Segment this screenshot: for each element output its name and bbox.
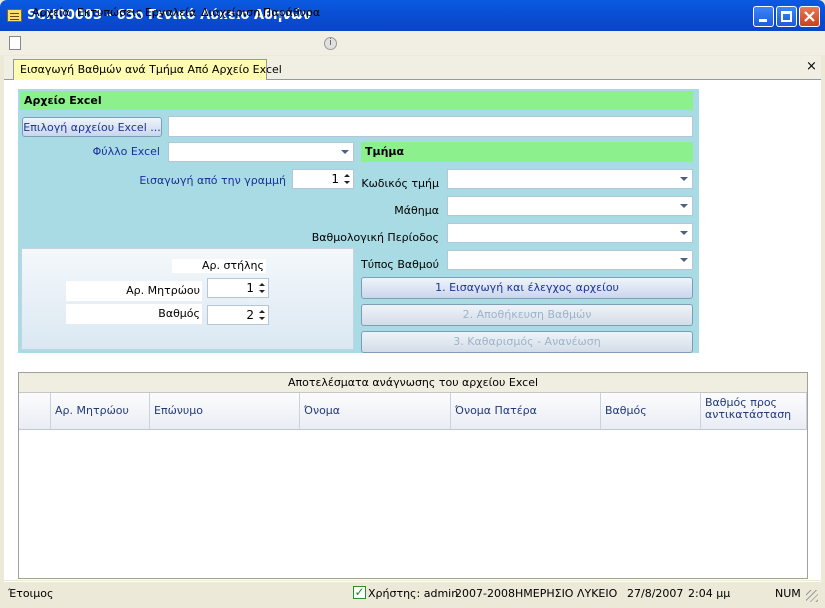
close-window-button[interactable]: [799, 6, 820, 27]
excel-sheet-label: Φύλλο Excel: [92, 145, 160, 158]
chevron-down-icon: [680, 204, 688, 208]
grade-type-label: Τύπος Βαθμού: [361, 258, 440, 271]
class-code-label: Κωδικός τμήμ: [361, 177, 439, 190]
import-from-row-stepper[interactable]: 1: [292, 169, 354, 189]
chevron-down-icon: [680, 231, 688, 235]
status-school-type: ΗΜΕΡΗΣΙΟ ΛΥΚΕΙΟ: [515, 587, 618, 600]
grid-header-replacement-grade[interactable]: Βαθμός προς αντικατάσταση: [701, 393, 807, 430]
spin-down-icon[interactable]: [259, 317, 265, 320]
spin-down-icon[interactable]: [259, 290, 265, 293]
spin-up-icon[interactable]: [344, 174, 350, 177]
import-from-row-label: Εισαγωγή από την γραμμή: [139, 174, 286, 187]
close-tab-icon[interactable]: ×: [806, 59, 817, 74]
class-header: Τμήμα: [361, 142, 693, 162]
tab-import-grades[interactable]: Εισαγωγή Βαθμών ανά Τμήμα Από Αρχείο Exc…: [13, 59, 282, 81]
grade-label: Βαθμός: [66, 304, 202, 324]
resize-grip-icon[interactable]: [806, 590, 818, 602]
chevron-down-icon: [680, 177, 688, 181]
grade-type-combo[interactable]: [447, 250, 693, 270]
document-icon[interactable]: [9, 36, 21, 50]
select-excel-file-button[interactable]: Επιλογή αρχείου Excel ...: [22, 117, 162, 137]
menu-tools[interactable]: Εργαλεία: [145, 6, 196, 19]
save-grades-button[interactable]: 2. Αποθήκευση Βαθμών: [361, 304, 693, 326]
chevron-down-icon: [341, 150, 349, 154]
excel-file-path-field[interactable]: [168, 116, 693, 137]
subject-combo[interactable]: [447, 196, 693, 216]
grid-header-grade[interactable]: Βαθμός: [601, 393, 701, 430]
results-grid[interactable]: Αποτελέσματα ανάγνωσης του αρχείου Excel…: [18, 372, 808, 579]
menu-administration[interactable]: Διαχείριση: [201, 6, 260, 19]
status-user: Χρήστης: admin: [368, 587, 459, 600]
grid-header-surname[interactable]: Επώνυμο: [150, 393, 300, 430]
registry-number-label: Αρ. Μητρώου: [66, 281, 202, 301]
tab-label: Εισαγωγή Βαθμών ανά Τμήμα Από Αρχείο Exc…: [20, 63, 282, 76]
spin-up-icon[interactable]: [259, 283, 265, 286]
grid-header-name[interactable]: Όνομα: [300, 393, 451, 430]
grading-period-combo[interactable]: [447, 223, 693, 243]
grading-period-label: Βαθμολογική Περίοδος: [311, 231, 439, 244]
grid-header-father-name[interactable]: Όνομα Πατέρα: [451, 393, 601, 430]
registry-column-stepper[interactable]: 1: [207, 278, 269, 298]
status-time: 2:04 μμ: [688, 587, 731, 600]
spin-down-icon[interactable]: [344, 181, 350, 184]
excel-file-header: Αρχείο Excel: [20, 91, 693, 110]
maximize-button[interactable]: [776, 6, 797, 27]
menu-bar: [0, 31, 825, 55]
clear-refresh-button[interactable]: 3. Καθαρισμός - Ανανέωση: [361, 331, 693, 353]
status-num-lock: NUM: [775, 587, 801, 600]
status-ready: Έτοιμος: [8, 587, 54, 600]
help-icon[interactable]: i: [324, 37, 337, 50]
class-code-combo[interactable]: [447, 169, 693, 189]
chevron-down-icon: [680, 258, 688, 262]
status-date: 27/8/2007: [627, 587, 684, 600]
status-school-year: 2007-2008: [455, 587, 515, 600]
subject-label: Μάθημα: [394, 204, 439, 217]
minimize-button[interactable]: [753, 6, 774, 27]
check-icon: ✓: [353, 585, 366, 599]
menu-files[interactable]: Αρχεία: [32, 6, 70, 19]
grade-column-stepper[interactable]: 2: [207, 305, 269, 325]
grid-header-registry[interactable]: Αρ. Μητρώου: [51, 393, 150, 430]
app-icon[interactable]: [7, 9, 22, 22]
spin-up-icon[interactable]: [259, 310, 265, 313]
excel-sheet-combo[interactable]: [168, 142, 354, 162]
column-number-header: Αρ. στήλης: [172, 259, 266, 273]
menu-windows[interactable]: Παράθυρα: [263, 6, 320, 19]
grid-header-selector[interactable]: [19, 393, 51, 430]
results-title: Αποτελέσματα ανάγνωσης του αρχείου Excel: [19, 373, 807, 393]
import-and-check-button[interactable]: 1. Εισαγωγή και έλεγχος αρχείου: [361, 277, 693, 299]
menu-prints[interactable]: Εκτυπώσεις: [77, 6, 142, 19]
